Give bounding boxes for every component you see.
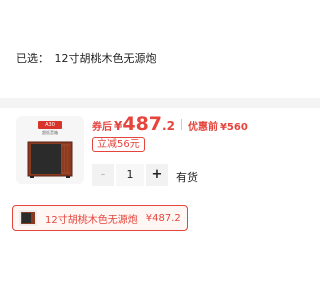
price-before-value: ¥560: [219, 122, 248, 133]
price-before-label: 优惠前: [187, 122, 218, 133]
model-badge: A30: [38, 121, 62, 129]
price-line: 券后 ¥ 487 .2 优惠前 ¥560: [92, 113, 248, 135]
thumbnail-tagline: 超低音箱: [42, 130, 58, 135]
price-integer: 487: [122, 113, 163, 135]
stock-status: 有货: [176, 171, 198, 184]
variant-name: 12寸胡桃木色无源炮: [45, 214, 138, 226]
increase-quantity-button[interactable]: +: [146, 164, 168, 186]
variant-option-selected[interactable]: 12寸胡桃木色无源炮 ¥487.2: [12, 205, 188, 231]
selected-variant-summary: 已选： 12寸胡桃木色无源炮: [16, 50, 157, 66]
price-after-coupon-label: 券后: [92, 122, 112, 133]
selected-label: 已选：: [16, 52, 49, 65]
currency-symbol: ¥: [114, 119, 123, 133]
product-thumbnail[interactable]: A30 超低音箱: [16, 116, 84, 184]
discount-tag: 立减56元: [92, 137, 145, 152]
selected-value: 12寸胡桃木色无源炮: [54, 52, 157, 65]
subwoofer-mini-icon: [21, 212, 35, 224]
decrease-quantity-button[interactable]: -: [92, 164, 114, 186]
subwoofer-image: [27, 141, 73, 178]
quantity-stepper: - 1 +: [92, 164, 168, 186]
quantity-input[interactable]: 1: [116, 164, 144, 186]
section-divider: [0, 98, 320, 108]
price-separator: [180, 118, 182, 130]
price-decimal: .2: [162, 119, 175, 133]
variant-price: ¥487.2: [145, 212, 181, 224]
variant-thumbnail: [19, 210, 37, 226]
